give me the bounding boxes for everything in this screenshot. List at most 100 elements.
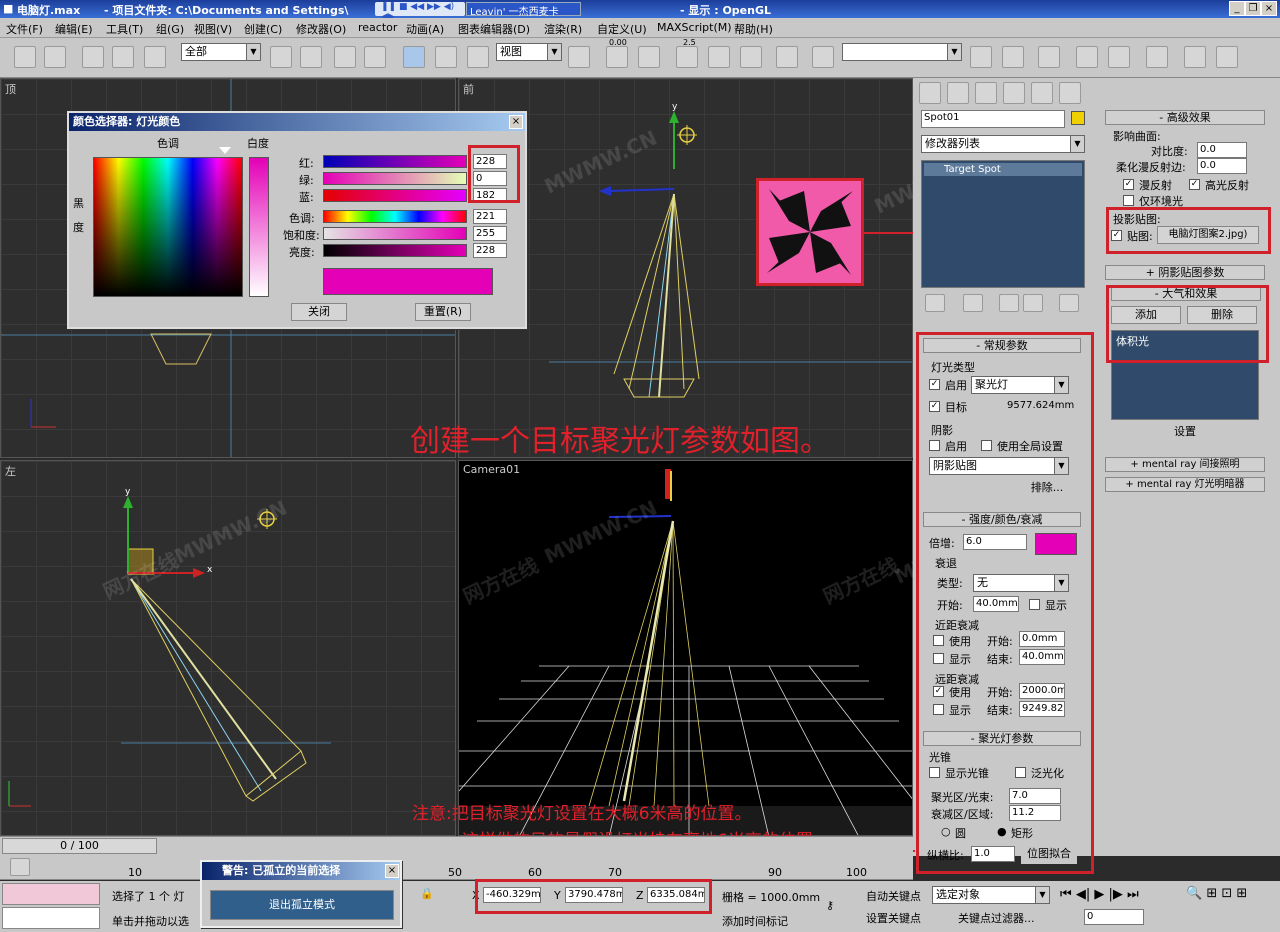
song-title[interactable]: Leavin' 一杰西麦卡: [466, 2, 581, 18]
pivot-icon[interactable]: [568, 46, 590, 68]
menu-customize[interactable]: 自定义(U): [597, 21, 647, 37]
exit-isolation-button[interactable]: 退出孤立模式: [210, 890, 394, 920]
percent-snap-icon[interactable]: [708, 46, 730, 68]
keyboard-shortcut-icon[interactable]: [776, 46, 798, 68]
material-editor-icon[interactable]: [1146, 46, 1168, 68]
key-filters-button[interactable]: 关键点过滤器...: [958, 910, 1035, 926]
menu-group[interactable]: 组(G): [156, 21, 184, 37]
frame-counter[interactable]: 0 / 100: [2, 838, 157, 854]
pin-stack-icon[interactable]: [925, 294, 945, 312]
ambient-only-checkbox[interactable]: [1123, 195, 1134, 206]
quick-render-icon[interactable]: [1216, 46, 1238, 68]
viewport-left[interactable]: 左 y x: [0, 460, 456, 836]
window-crossing-icon[interactable]: [364, 46, 386, 68]
time-slider[interactable]: 0 / 100: [0, 836, 913, 856]
modifier-stack[interactable]: Target Spot: [921, 160, 1085, 288]
menu-reactor[interactable]: reactor: [358, 21, 397, 34]
contrast-input[interactable]: 0.0: [1197, 142, 1247, 158]
selection-filter-dropdown[interactable]: 全部 ▼: [181, 43, 261, 61]
utilities-tab-icon[interactable]: [1059, 82, 1081, 104]
auto-key-button[interactable]: 自动关键点: [866, 888, 921, 904]
hue-input[interactable]: 221: [473, 209, 507, 224]
current-frame-input[interactable]: 0: [1084, 909, 1144, 925]
menu-animation[interactable]: 动画(A): [406, 21, 444, 37]
configure-sets-icon[interactable]: [1059, 294, 1079, 312]
dialog-close-icon[interactable]: ×: [509, 115, 523, 129]
hue-marker-icon[interactable]: [219, 147, 231, 154]
menu-tools[interactable]: 工具(T): [106, 21, 143, 37]
stack-item-target-spot[interactable]: Target Spot: [924, 163, 1082, 176]
hierarchy-tab-icon[interactable]: [975, 82, 997, 104]
motion-tab-icon[interactable]: [1003, 82, 1025, 104]
hue-slider[interactable]: [323, 210, 467, 223]
region-select-icon[interactable]: [334, 46, 356, 68]
layer-manager-icon[interactable]: [1038, 46, 1060, 68]
menu-file[interactable]: 文件(F): [6, 21, 43, 37]
spinner-snap-icon[interactable]: [740, 46, 762, 68]
key-mode-icon[interactable]: [10, 858, 30, 876]
maxscript-input[interactable]: [2, 907, 100, 929]
green-slider[interactable]: [323, 172, 467, 185]
object-name-field[interactable]: Spot01: [921, 110, 1065, 128]
menu-views[interactable]: 视图(V): [194, 21, 232, 37]
mr-shader-header[interactable]: + mental ray 灯光明暗器: [1105, 477, 1265, 492]
menu-edit[interactable]: 编辑(E): [55, 21, 93, 37]
object-color-swatch[interactable]: [1071, 111, 1085, 125]
link-icon[interactable]: [82, 46, 104, 68]
modify-tab-icon[interactable]: [947, 82, 969, 104]
create-tab-icon[interactable]: [919, 82, 941, 104]
viewport-camera[interactable]: Camera01: [458, 460, 913, 836]
make-unique-icon[interactable]: [999, 294, 1019, 312]
add-time-tag[interactable]: 添加时间标记: [722, 913, 788, 929]
modifier-list-dropdown[interactable]: 修改器列表 ▼: [921, 135, 1085, 153]
bind-space-warp-icon[interactable]: [144, 46, 166, 68]
unlink-icon[interactable]: [112, 46, 134, 68]
scale-icon[interactable]: [467, 46, 489, 68]
angle-snap-icon[interactable]: 2.5: [676, 38, 698, 68]
menu-help[interactable]: 帮助(H): [734, 21, 773, 37]
red-slider[interactable]: [323, 155, 467, 168]
named-selection-dropdown[interactable]: ▼: [842, 43, 962, 61]
snap-icon[interactable]: 0.00: [606, 38, 628, 68]
playback-controls-icon[interactable]: ⏮ ◀| ▶ |▶ ⏭: [1060, 887, 1139, 902]
render-setup-icon[interactable]: [1184, 46, 1206, 68]
mirror-icon[interactable]: [970, 46, 992, 68]
hue-blackness-field[interactable]: [93, 157, 243, 297]
reset-button[interactable]: 重置(R): [415, 303, 471, 321]
menu-rendering[interactable]: 渲染(R): [544, 21, 582, 37]
advanced-effects-header[interactable]: - 高级效果: [1105, 110, 1265, 125]
remove-modifier-icon[interactable]: [1023, 294, 1043, 312]
key-icon[interactable]: ⚷: [826, 899, 852, 913]
specular-checkbox[interactable]: ✓: [1189, 179, 1200, 190]
soften-input[interactable]: 0.0: [1197, 158, 1247, 174]
whiteness-bar[interactable]: [249, 157, 269, 297]
maxscript-listener[interactable]: [2, 883, 100, 905]
restore-button[interactable]: ❐: [1245, 1, 1261, 16]
blue-slider[interactable]: [323, 189, 467, 202]
setup-button[interactable]: 设置: [1111, 424, 1259, 442]
curly-braces-icon[interactable]: [812, 46, 834, 68]
rotate-icon[interactable]: [435, 46, 457, 68]
value-slider[interactable]: [323, 244, 467, 257]
reference-coord-dropdown[interactable]: 视图 ▼: [496, 43, 562, 61]
minimize-button[interactable]: _: [1229, 1, 1245, 16]
display-tab-icon[interactable]: [1031, 82, 1053, 104]
menu-create[interactable]: 创建(C): [244, 21, 282, 37]
select-by-name-icon[interactable]: [300, 46, 322, 68]
menu-modifiers[interactable]: 修改器(O): [296, 21, 346, 37]
viewport-nav-icons[interactable]: 🔍 ⊞ ⊡ ⊞: [1186, 886, 1247, 901]
saturation-slider[interactable]: [323, 227, 467, 240]
diffuse-checkbox[interactable]: ✓: [1123, 179, 1134, 190]
mr-indirect-header[interactable]: + mental ray 间接照明: [1105, 457, 1265, 472]
value-input[interactable]: 228: [473, 243, 507, 258]
undo-icon[interactable]: [14, 46, 36, 68]
align-icon[interactable]: [1002, 46, 1024, 68]
move-icon[interactable]: [403, 46, 425, 68]
curve-editor-icon[interactable]: [1076, 46, 1098, 68]
warning-close-icon[interactable]: ×: [385, 864, 399, 878]
schematic-view-icon[interactable]: [1108, 46, 1130, 68]
set-key-button[interactable]: 设置关键点: [866, 910, 921, 926]
shadow-map-params-header[interactable]: + 阴影贴图参数: [1105, 265, 1265, 280]
lock-icon[interactable]: 🔒: [420, 887, 434, 903]
saturation-input[interactable]: 255: [473, 226, 507, 241]
